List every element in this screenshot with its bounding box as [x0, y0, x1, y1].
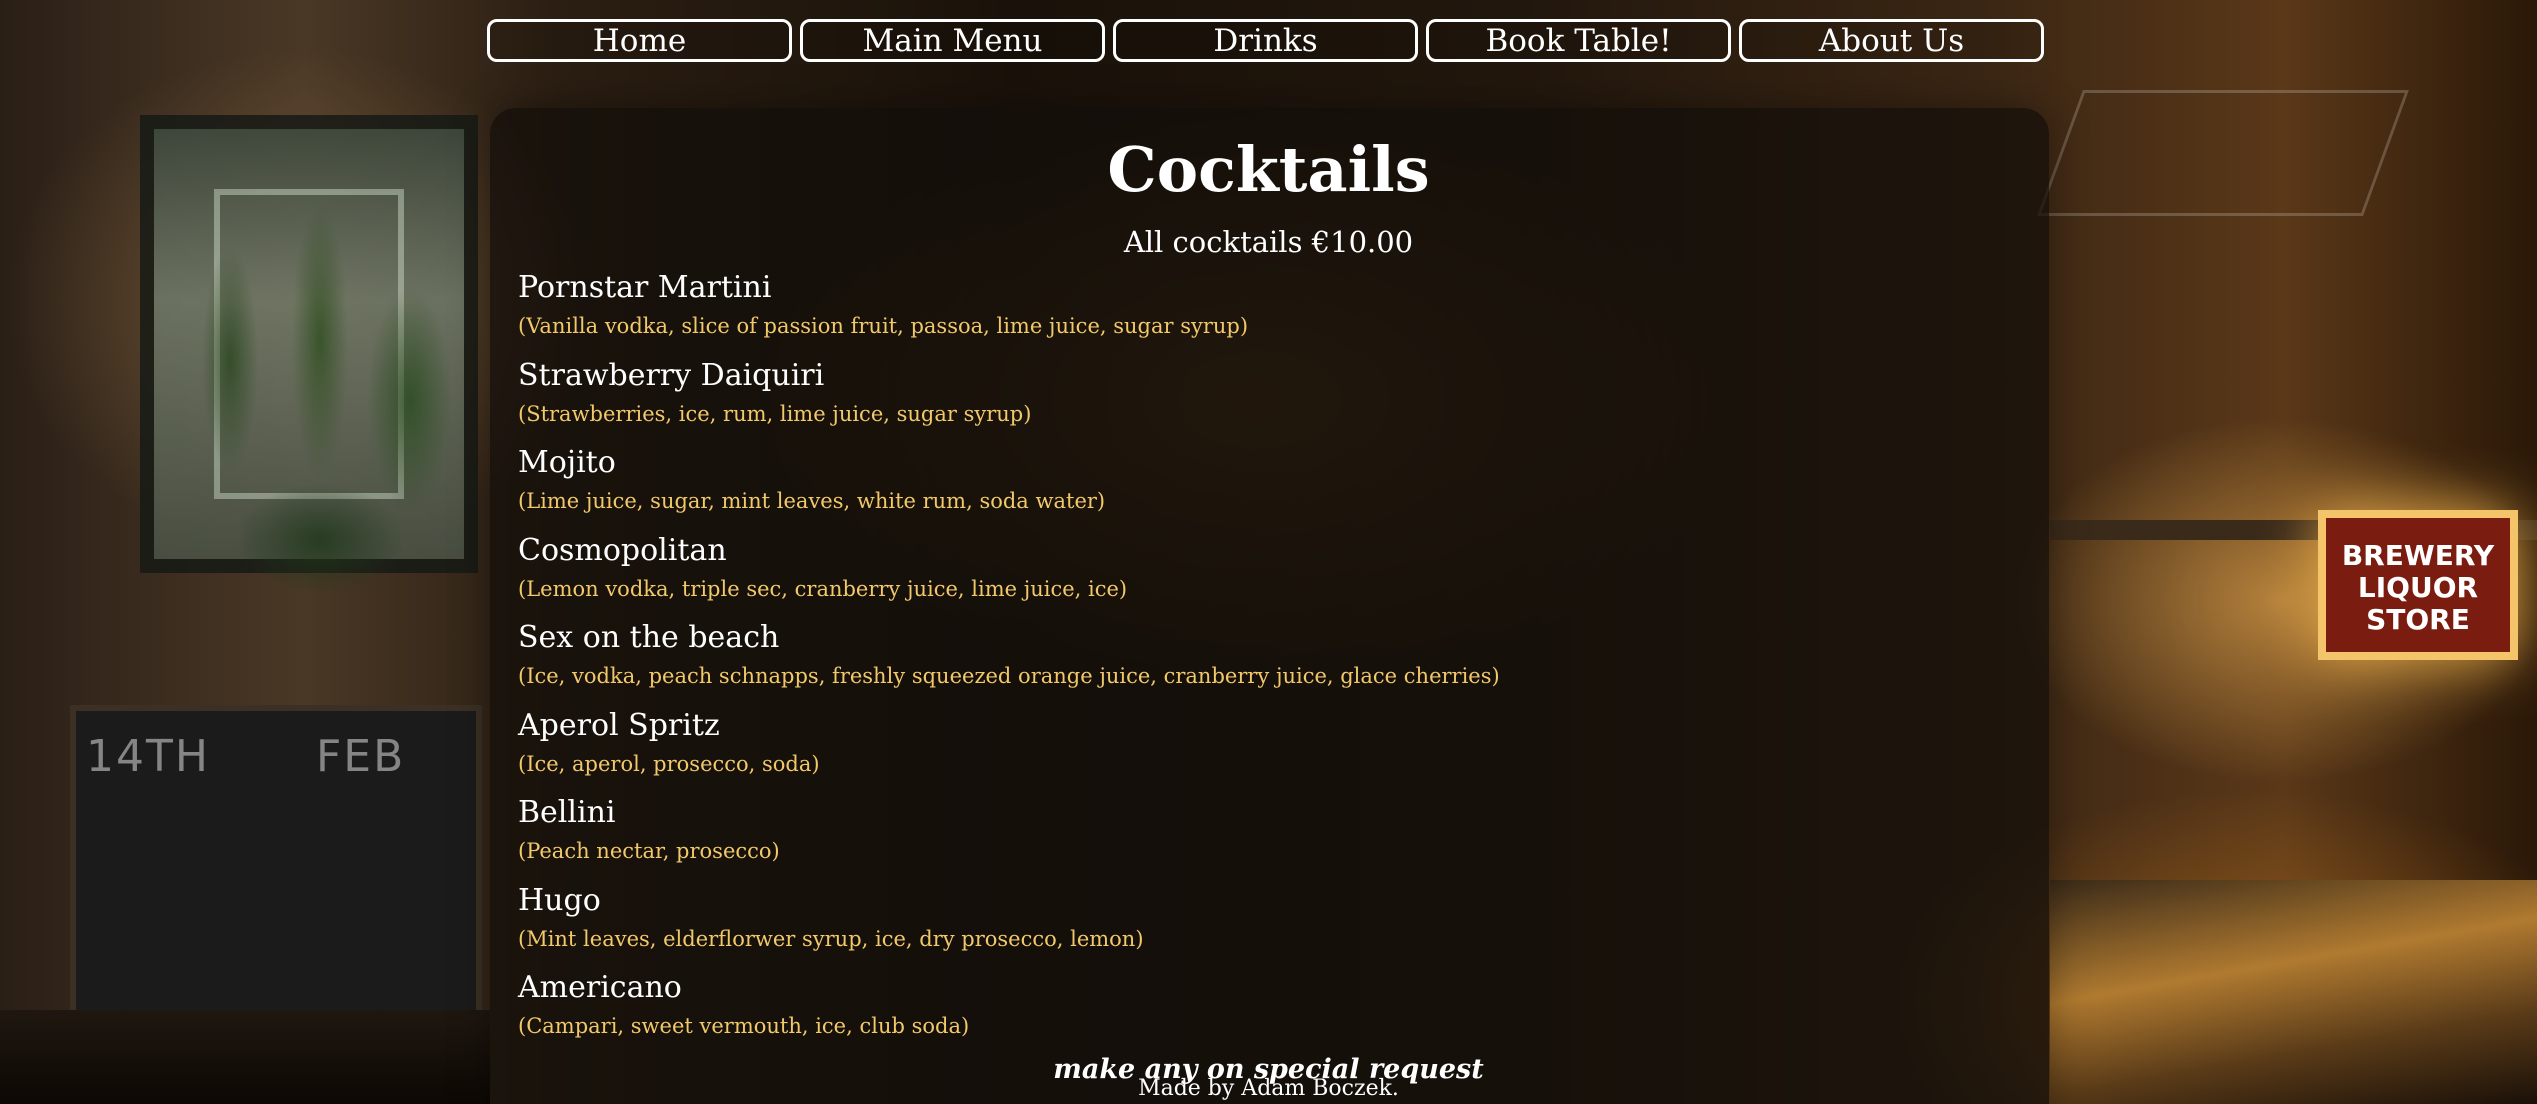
cocktail-ingredients: (Ice, vodka, peach schnapps, freshly squ… [518, 664, 1500, 688]
chalk-text-date: 14TH [86, 731, 210, 782]
cocktail-ingredients: (Peach nectar, prosecco) [518, 839, 780, 863]
cocktail-ingredients: (Lime juice, sugar, mint leaves, white r… [518, 489, 1106, 513]
background-chalkboard: 14TH FEB [70, 705, 482, 1017]
cocktail-item: Hugo (Mint leaves, elderflorwer syrup, i… [518, 881, 2018, 969]
cocktail-name: Sex on the beach [518, 620, 780, 655]
cocktail-ingredients: (Mint leaves, elderflorwer syrup, ice, d… [518, 926, 1144, 951]
cocktail-name: Bellini [518, 795, 616, 830]
nav-main-menu-button[interactable]: Main Menu [800, 19, 1105, 62]
nav-drinks-button[interactable]: Drinks [1113, 19, 1418, 62]
cocktail-item: Strawberry Daiquiri (Strawberries, ice, … [518, 356, 2018, 444]
cocktail-ingredients: (Vanilla vodka, slice of passion fruit, … [518, 314, 1249, 338]
cocktail-ingredients: (Strawberries, ice, rum, lime juice, sug… [518, 401, 1032, 426]
nav-home-button[interactable]: Home [487, 19, 792, 62]
cocktail-name: Hugo [518, 882, 601, 918]
cocktail-ingredients: (Ice, aperol, prosecco, soda) [518, 751, 820, 776]
cocktail-item: Aperol Spritz (Ice, aperol, prosecco, so… [518, 706, 2018, 794]
cocktail-item: Sex on the beach (Ice, vodka, peach schn… [518, 618, 2018, 706]
page-background: 14TH FEB BREWERY LIQUOR STORE Home Main … [0, 0, 2537, 1104]
cocktail-name: Cosmopolitan [518, 532, 727, 568]
nav-about-us-button[interactable]: About Us [1739, 19, 2044, 62]
cocktail-item: Bellini (Peach nectar, prosecco) [518, 793, 2018, 881]
main-navigation: Home Main Menu Drinks Book Table! About … [487, 19, 2051, 65]
cocktail-name: Aperol Spritz [518, 707, 720, 743]
nav-book-table-button[interactable]: Book Table! [1426, 19, 1731, 62]
background-brewery-sign: BREWERY LIQUOR STORE [2318, 510, 2518, 660]
cocktail-ingredients: (Campari, sweet vermouth, ice, club soda… [518, 1014, 970, 1038]
price-note: All cocktails €10.00 [1123, 225, 1414, 259]
cocktail-item: Cosmopolitan (Lemon vodka, triple sec, c… [518, 531, 2018, 619]
cocktail-item: Mojito (Lime juice, sugar, mint leaves, … [518, 443, 2018, 531]
cocktail-item: Pornstar Martini (Vanilla vodka, slice o… [518, 268, 2018, 356]
cocktail-name: Americano [518, 970, 682, 1005]
footer-credit: Made by Adam Boczek. [1138, 1076, 1399, 1101]
cocktail-list: Pornstar Martini (Vanilla vodka, slice o… [518, 268, 2018, 1056]
cocktail-name: Mojito [518, 445, 616, 480]
cocktail-item: Americano (Campari, sweet vermouth, ice,… [518, 968, 2018, 1056]
cocktail-name: Strawberry Daiquiri [518, 357, 825, 393]
chalk-text-month: FEB [316, 731, 406, 782]
cocktail-ingredients: (Lemon vodka, triple sec, cranberry juic… [518, 576, 1128, 601]
page-title: Cocktails [1107, 133, 1430, 206]
cocktail-name: Pornstar Martini [518, 270, 772, 305]
